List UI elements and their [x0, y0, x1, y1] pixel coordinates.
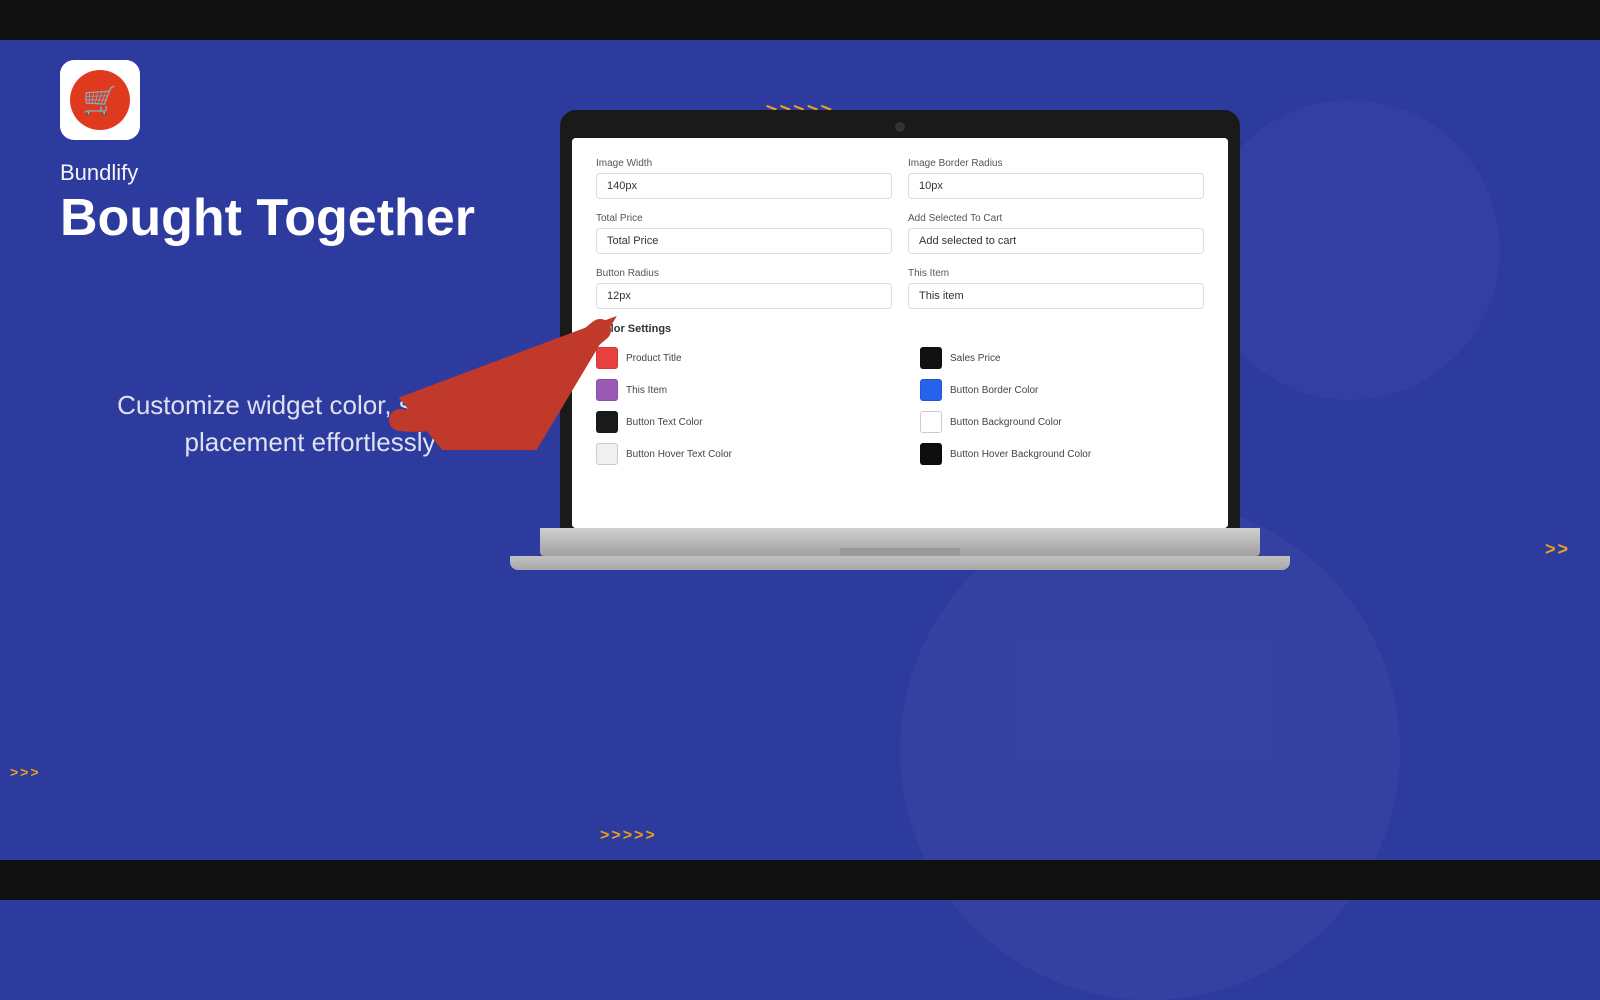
arrow-bottom-right-icon: >> [1545, 539, 1570, 560]
label-color-button-border: Button Border Color [950, 385, 1038, 396]
color-item-hover-bg: Button Hover Background Color [920, 443, 1204, 465]
swatch-button-border[interactable] [920, 379, 942, 401]
color-item-button-border: Button Border Color [920, 379, 1204, 401]
laptop-screen-inner: Image Width Image Border Radius Total Pr… [572, 138, 1228, 528]
logo-container: 🛒 [60, 60, 140, 140]
input-this-item[interactable] [908, 283, 1204, 309]
brand-name: Bundlify [60, 160, 520, 186]
color-item-sales-price: Sales Price [920, 347, 1204, 369]
red-arrow-graphic [380, 290, 660, 455]
laptop-base [540, 528, 1260, 556]
swatch-sales-price[interactable] [920, 347, 942, 369]
laptop-camera [895, 122, 905, 132]
color-settings-grid: Product Title Sales Price This Item [596, 347, 1204, 465]
form-group-this-item: This Item [908, 268, 1204, 309]
input-total-price[interactable] [596, 228, 892, 254]
bg-decoration-1 [900, 500, 1400, 1000]
swatch-button-bg[interactable] [920, 411, 942, 433]
page-title: Bought Together [60, 190, 520, 247]
cart-icon: 🛒 [83, 84, 118, 117]
logo-inner: 🛒 [70, 70, 130, 130]
label-total-price: Total Price [596, 213, 892, 224]
label-color-sales-price: Sales Price [950, 353, 1001, 364]
arrow-bottom-left-icon: >>> [10, 764, 41, 780]
form-row-1: Image Width Image Border Radius [596, 158, 1204, 199]
form-group-image-width: Image Width [596, 158, 892, 199]
input-add-to-cart[interactable] [908, 228, 1204, 254]
laptop-graphic: Image Width Image Border Radius Total Pr… [560, 110, 1290, 570]
color-item-button-bg: Button Background Color [920, 411, 1204, 433]
top-bar [0, 0, 1600, 40]
label-add-to-cart: Add Selected To Cart [908, 213, 1204, 224]
bottom-bar [0, 860, 1600, 900]
label-color-hover-bg: Button Hover Background Color [950, 449, 1091, 460]
color-settings-title: Color Settings [596, 323, 1204, 335]
arrow-bottom-center-icon: >>>>> [600, 827, 657, 845]
label-border-radius: Image Border Radius [908, 158, 1204, 169]
label-button-radius: Button Radius [596, 268, 892, 279]
form-row-3: Button Radius This Item [596, 268, 1204, 309]
form-group-border-radius: Image Border Radius [908, 158, 1204, 199]
swatch-hover-bg[interactable] [920, 443, 942, 465]
form-group-total-price: Total Price [596, 213, 892, 254]
form-group-add-to-cart: Add Selected To Cart [908, 213, 1204, 254]
input-image-width[interactable] [596, 173, 892, 199]
label-this-item: This Item [908, 268, 1204, 279]
laptop-bottom [510, 556, 1290, 570]
label-color-button-bg: Button Background Color [950, 417, 1062, 428]
form-row-2: Total Price Add Selected To Cart [596, 213, 1204, 254]
screen-content: Image Width Image Border Radius Total Pr… [572, 138, 1228, 528]
label-image-width: Image Width [596, 158, 892, 169]
input-border-radius[interactable] [908, 173, 1204, 199]
laptop-screen-outer: Image Width Image Border Radius Total Pr… [560, 110, 1240, 528]
